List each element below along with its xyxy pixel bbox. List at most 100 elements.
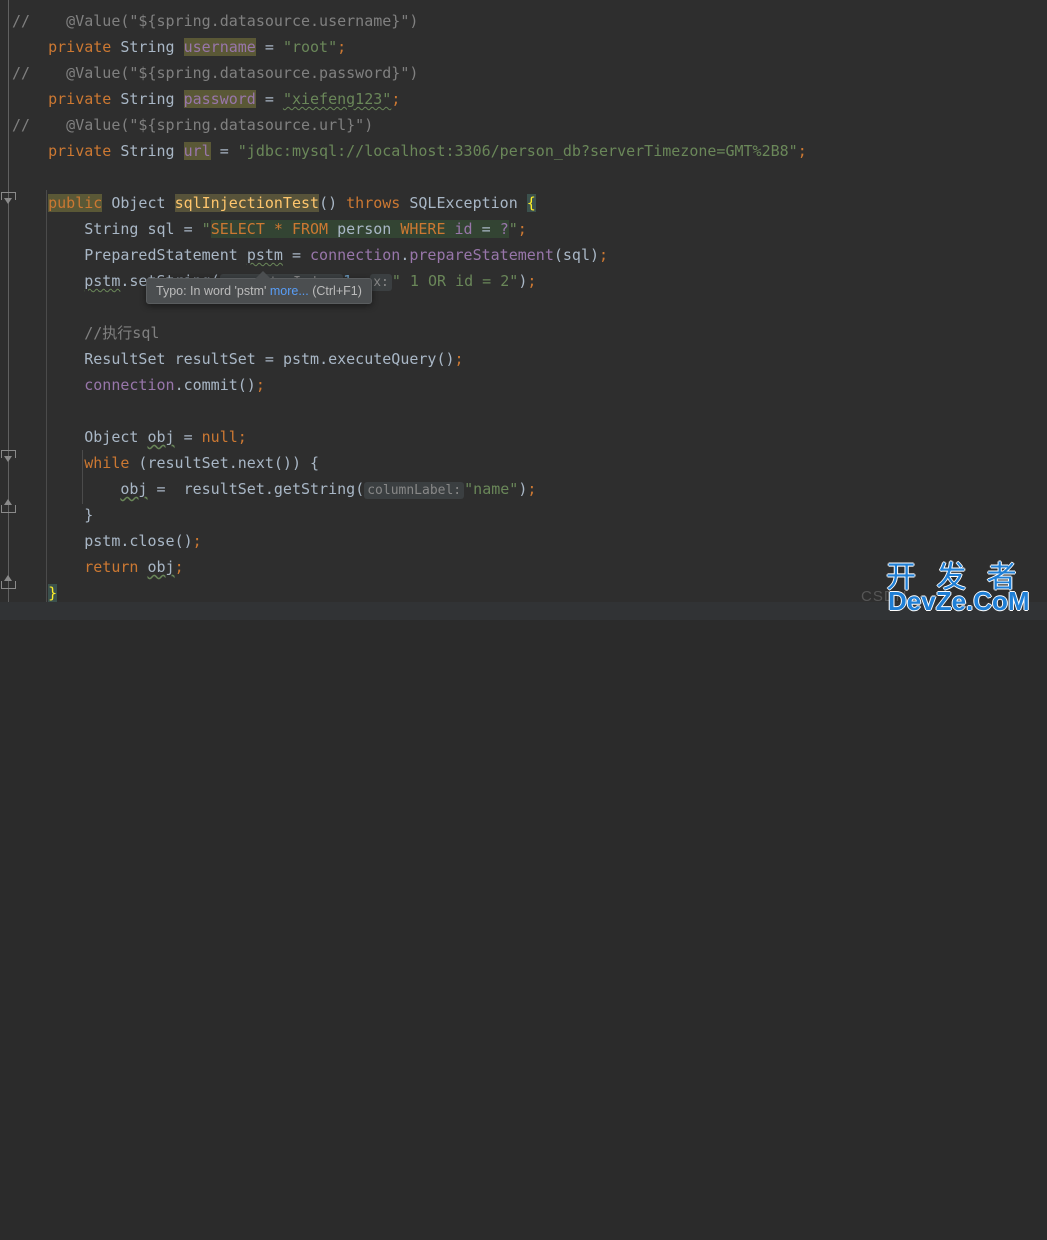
code-line-13: ResultSet resultSet = pstm.executeQuery(…: [12, 346, 464, 372]
annotation-comment-password: @Value("${spring.datasource.password}"): [30, 64, 419, 82]
type-string: String: [120, 38, 175, 56]
operator-equals: =: [210, 142, 238, 160]
method-getstring: getString: [273, 480, 356, 498]
semicolon: ;: [192, 532, 202, 550]
method-commit: commit: [183, 376, 238, 394]
parens: (): [436, 350, 455, 368]
paren-open: (: [355, 480, 365, 498]
var-sql: sql: [147, 220, 175, 238]
operator-equals: =: [255, 90, 283, 108]
semicolon: ;: [337, 38, 347, 56]
tooltip-shortcut-text: (Ctrl+F1): [308, 284, 362, 298]
keyword-private: private: [48, 142, 112, 160]
sql-table-person: person: [337, 220, 392, 238]
semicolon: ;: [454, 350, 464, 368]
paren-close: ): [518, 272, 528, 290]
semicolon: ;: [174, 558, 184, 576]
sql-keyword-where: WHERE: [400, 220, 446, 238]
typo-tooltip[interactable]: Typo: In word 'pstm' more... (Ctrl+F1): [146, 278, 372, 304]
semicolon: ;: [237, 428, 247, 446]
var-obj: obj: [147, 558, 175, 576]
code-editor[interactable]: // @Value("${spring.datasource.username}…: [0, 0, 1047, 620]
param-hint-columnlabel: columnLabel:: [364, 482, 465, 499]
code-line-14: connection.commit();: [12, 372, 265, 398]
sql-placeholder: ?: [499, 220, 509, 238]
string-name-value: "name": [464, 480, 519, 498]
tooltip-more-link[interactable]: more...: [270, 284, 309, 298]
code-line-1: private String username = "root";: [12, 34, 346, 60]
field-connection: connection: [84, 376, 175, 394]
type-sqlexception: SQLException: [409, 194, 518, 212]
code-line-16: Object obj = null;: [12, 424, 247, 450]
code-line-18: obj = resultSet.getString(columnLabel: "n…: [12, 476, 536, 502]
semicolon: ;: [255, 376, 265, 394]
keyword-public: public: [48, 194, 103, 212]
var-resultset: resultSet: [174, 350, 256, 368]
paren-close: ): [590, 246, 600, 264]
semicolon: ;: [527, 272, 537, 290]
dot: .: [264, 480, 274, 498]
type-preparedstatement: PreparedStatement: [84, 246, 238, 264]
method-name-sqlinjectiontest: sqlInjectionTest: [174, 194, 320, 212]
method-preparestatement: prepareStatement: [409, 246, 554, 264]
code-line-5: private String url = "jdbc:mysql://local…: [12, 138, 807, 164]
dot: .: [174, 376, 184, 394]
paren-close: ): [518, 480, 528, 498]
comment-execute-sql: //执行sql: [84, 324, 160, 342]
tooltip-arrow: [255, 271, 271, 279]
field-password: password: [183, 90, 256, 108]
code-line-21: return obj;: [12, 554, 184, 580]
parens: ()): [273, 454, 311, 472]
keyword-null: null: [201, 428, 238, 446]
type-object: Object: [84, 428, 139, 446]
operator-equals: =: [174, 428, 202, 446]
annotation-comment-url: @Value("${spring.datasource.url}"): [30, 116, 374, 134]
keyword-return: return: [84, 558, 139, 576]
string-password-value: "xiefeng123": [282, 90, 392, 108]
keyword-private: private: [48, 90, 112, 108]
code-line-0: // @Value("${spring.datasource.username}…: [12, 8, 418, 34]
quote-close: ": [508, 220, 518, 238]
code-line-4: // @Value("${spring.datasource.url}"): [12, 112, 373, 138]
keyword-while: while: [84, 454, 130, 472]
method-close: close: [129, 532, 175, 550]
code-content[interactable]: // @Value("${spring.datasource.username}…: [0, 0, 1047, 620]
dot: .: [228, 454, 238, 472]
code-line-9: PreparedStatement pstm = connection.prep…: [12, 242, 608, 268]
type-object: Object: [111, 194, 166, 212]
code-line-19: }: [12, 502, 93, 528]
arg-sql: sql: [562, 246, 590, 264]
code-line-8: String sql = "SELECT * FROM person WHERE…: [12, 216, 527, 242]
type-string: String: [120, 142, 175, 160]
tooltip-prefix-text: Typo: In word 'pstm': [156, 284, 270, 298]
type-string: String: [84, 220, 139, 238]
code-line-3: private String password = "xiefeng123";: [12, 86, 400, 112]
var-obj: obj: [147, 428, 175, 446]
sql-star: *: [273, 220, 283, 238]
operator-equals: =: [255, 350, 283, 368]
var-resultset: resultSet: [147, 454, 229, 472]
code-line-2: // @Value("${spring.datasource.password}…: [12, 60, 418, 86]
semicolon: ;: [527, 480, 537, 498]
var-obj: obj: [120, 480, 148, 498]
parens: (): [174, 532, 193, 550]
